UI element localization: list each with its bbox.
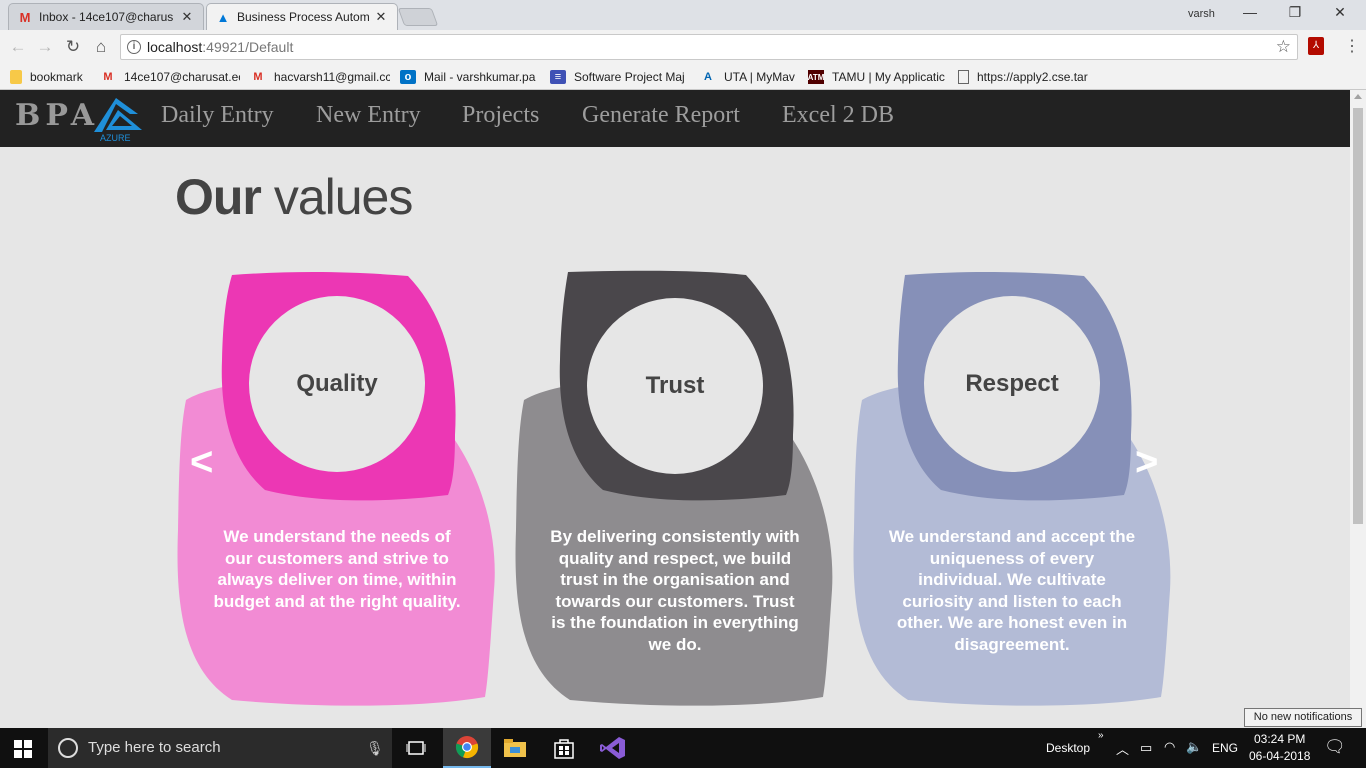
bookmark-label: Software Project Maj	[574, 70, 685, 84]
tab-title: Business Process Automa	[237, 10, 369, 24]
volume-icon[interactable]: 🔈	[1186, 739, 1202, 755]
forward-icon[interactable]: →	[34, 37, 56, 59]
bookmark-label: UTA | MyMav	[724, 70, 795, 84]
task-view-icon	[406, 741, 426, 755]
bookmark-item[interactable]: M hacvarsh11@gmail.cc	[250, 68, 390, 86]
reload-icon[interactable]: ↻	[62, 37, 84, 59]
visual-studio-icon	[600, 737, 625, 759]
home-icon[interactable]: ⌂	[90, 37, 112, 59]
bookmarks-bar: bookmark M 14ce107@charusat.ec M hacvars…	[0, 64, 1366, 90]
url-host: localhost	[147, 39, 203, 55]
bookmark-item[interactable]: A UTA | MyMav	[700, 68, 800, 86]
taskbar-visual-studio[interactable]	[589, 728, 637, 768]
value-text-trust: By delivering consistently with quality …	[550, 527, 800, 654]
bookmark-label: TAMU | My Applicatic	[832, 70, 945, 84]
taskbar-file-explorer[interactable]	[491, 728, 539, 768]
search-placeholder: Type here to search	[88, 739, 221, 756]
menu-icon[interactable]: ⋮	[1344, 36, 1360, 56]
action-center-icon[interactable]: 🗨	[1324, 737, 1346, 757]
tab-inbox[interactable]: M Inbox - 14ce107@charus ✕	[8, 3, 204, 30]
clock-date[interactable]: 06-04-2018	[1249, 749, 1310, 763]
folder-icon	[10, 70, 22, 84]
back-icon[interactable]: ←	[7, 37, 29, 59]
address-bar[interactable]: i localhost:49921/Default ☆	[120, 34, 1298, 60]
close-icon[interactable]: ✕	[179, 9, 195, 25]
bookmark-item[interactable]: o Mail - varshkumar.pa	[400, 68, 538, 86]
new-tab-button[interactable]	[397, 8, 439, 26]
desktop-label[interactable]: Desktop	[1046, 741, 1090, 755]
gmail-icon: M	[253, 71, 263, 83]
value-text-respect: We understand and accept the uniqueness …	[888, 527, 1136, 654]
taskbar-chrome[interactable]	[443, 728, 491, 768]
bookmark-item[interactable]: M 14ce107@charusat.ec	[100, 68, 240, 86]
tab-strip: M Inbox - 14ce107@charus ✕ ▲ Business Pr…	[0, 0, 1366, 30]
wifi-icon[interactable]: ◠	[1164, 739, 1175, 755]
azure-icon: ▲	[216, 9, 230, 25]
value-title-trust: Trust	[645, 372, 705, 399]
gmail-icon: M	[103, 71, 113, 83]
uta-icon: A	[704, 71, 712, 83]
taskbar-store[interactable]	[540, 728, 588, 768]
taskbar-search-input[interactable]: Type here to search 🎙	[48, 728, 392, 768]
value-title-respect: Respect	[965, 370, 1059, 397]
tab-title: Inbox - 14ce107@charus	[39, 10, 174, 24]
language-indicator[interactable]: ENG	[1212, 741, 1238, 755]
outlook-icon: o	[400, 70, 416, 84]
forms-icon: ≡	[550, 70, 566, 84]
battery-icon[interactable]: ▭	[1140, 740, 1152, 756]
restore-icon[interactable]: ❐	[1275, 4, 1315, 24]
browser-toolbar: ← → ↻ ⌂ i localhost:49921/Default ☆	[0, 30, 1366, 64]
scrollbar-thumb[interactable]	[1353, 108, 1363, 524]
bookmark-star-icon[interactable]: ☆	[1276, 35, 1291, 59]
value-title-quality: Quality	[296, 370, 378, 397]
chevron-icon[interactable]: »	[1098, 730, 1104, 741]
bookmark-label: https://apply2.cse.tar	[977, 70, 1088, 84]
bookmark-item[interactable]: https://apply2.cse.tar	[958, 68, 1098, 86]
pdf-extension-icon[interactable]: ⅄	[1308, 37, 1324, 55]
close-icon[interactable]: ✕	[373, 9, 389, 25]
gmail-icon: M	[19, 9, 31, 25]
bookmark-label: bookmark	[30, 70, 83, 84]
windows-start-icon[interactable]	[14, 740, 32, 758]
info-icon[interactable]: i	[127, 40, 141, 54]
bookmark-label: hacvarsh11@gmail.cc	[274, 70, 390, 84]
bookmark-item[interactable]: ≡ Software Project Maj	[550, 68, 690, 86]
profile-name[interactable]: varsh	[1188, 8, 1215, 20]
chrome-icon	[455, 736, 479, 759]
carousel-next-button[interactable]: >	[1135, 440, 1158, 485]
notification-tooltip: No new notifications	[1244, 708, 1362, 727]
task-view-button[interactable]	[392, 728, 440, 768]
url-path: :49921/Default	[202, 39, 294, 55]
page-scrollbar[interactable]	[1350, 90, 1366, 728]
microphone-icon[interactable]: 🎙	[366, 728, 384, 768]
file-explorer-icon	[504, 739, 526, 757]
carousel-prev-button[interactable]: <	[190, 440, 213, 485]
scroll-up-icon[interactable]	[1354, 94, 1362, 99]
bookmark-label: 14ce107@charusat.ec	[124, 70, 240, 84]
window-close-icon[interactable]: ✕	[1320, 4, 1360, 24]
bookmark-label: Mail - varshkumar.pa	[424, 70, 536, 84]
tamu-icon: ATM	[808, 70, 824, 84]
windows-taskbar: Type here to search 🎙 Desktop » ︿ ▭ ◠ 🔈 …	[0, 728, 1366, 768]
clock-time[interactable]: 03:24 PM	[1254, 732, 1305, 746]
page-icon	[958, 70, 969, 84]
value-text-quality: We understand the needs of our customers…	[213, 527, 461, 611]
cortana-icon	[58, 738, 78, 758]
minimize-icon[interactable]: —	[1230, 4, 1270, 24]
store-icon	[554, 739, 574, 759]
page-viewport: BPA AZURE Daily Entry New Entry Projects…	[0, 90, 1350, 728]
tab-business-process[interactable]: ▲ Business Process Automa ✕	[206, 3, 398, 30]
bookmark-item[interactable]: ATM TAMU | My Applicatic	[808, 68, 948, 86]
show-hidden-icons-icon[interactable]: ︿	[1116, 739, 1129, 758]
bookmark-folder[interactable]: bookmark	[10, 68, 94, 86]
